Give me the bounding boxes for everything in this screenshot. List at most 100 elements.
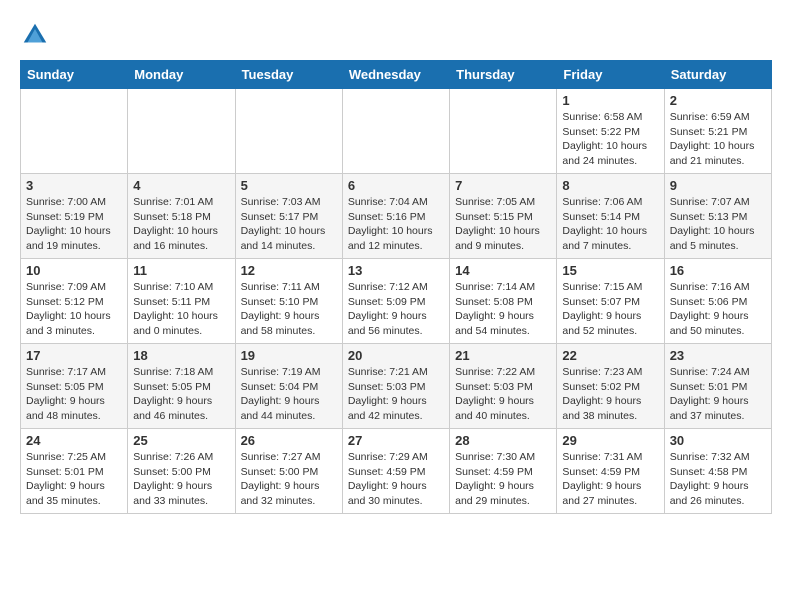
day-info: Sunrise: 7:12 AM Sunset: 5:09 PM Dayligh… bbox=[348, 280, 444, 339]
calendar-cell: 7 Sunrise: 7:05 AM Sunset: 5:15 PM Daylig… bbox=[450, 174, 557, 259]
day-info: Sunrise: 7:21 AM Sunset: 5:03 PM Dayligh… bbox=[348, 365, 444, 424]
calendar-cell: 1 Sunrise: 6:58 AM Sunset: 5:22 PM Daylig… bbox=[557, 89, 664, 174]
calendar-cell: 5 Sunrise: 7:03 AM Sunset: 5:17 PM Daylig… bbox=[235, 174, 342, 259]
day-info: Sunrise: 7:00 AM Sunset: 5:19 PM Dayligh… bbox=[26, 195, 122, 254]
calendar-cell: 30Sunrise: 7:32 AM Sunset: 4:58 PM Dayli… bbox=[664, 429, 771, 514]
calendar-week-row: 3 Sunrise: 7:00 AM Sunset: 5:19 PM Daylig… bbox=[21, 174, 772, 259]
calendar-header-row: SundayMondayTuesdayWednesdayThursdayFrid… bbox=[21, 61, 772, 89]
calendar-cell: 20 Sunrise: 7:21 AM Sunset: 5:03 PM Dayli… bbox=[342, 344, 449, 429]
calendar-cell: 13 Sunrise: 7:12 AM Sunset: 5:09 PM Dayli… bbox=[342, 259, 449, 344]
calendar-week-row: 17 Sunrise: 7:17 AM Sunset: 5:05 PM Dayli… bbox=[21, 344, 772, 429]
day-number: 20 bbox=[348, 348, 444, 363]
day-number: 10 bbox=[26, 263, 122, 278]
calendar-cell: 24Sunrise: 7:25 AM Sunset: 5:01 PM Dayli… bbox=[21, 429, 128, 514]
day-info: Sunrise: 7:01 AM Sunset: 5:18 PM Dayligh… bbox=[133, 195, 229, 254]
day-number: 25 bbox=[133, 433, 229, 448]
calendar-cell: 9 Sunrise: 7:07 AM Sunset: 5:13 PM Daylig… bbox=[664, 174, 771, 259]
calendar-cell: 17 Sunrise: 7:17 AM Sunset: 5:05 PM Dayli… bbox=[21, 344, 128, 429]
day-info: Sunrise: 7:23 AM Sunset: 5:02 PM Dayligh… bbox=[562, 365, 658, 424]
day-info: Sunrise: 7:29 AM Sunset: 4:59 PM Dayligh… bbox=[348, 450, 444, 509]
calendar-cell: 10 Sunrise: 7:09 AM Sunset: 5:12 PM Dayli… bbox=[21, 259, 128, 344]
day-info: Sunrise: 7:26 AM Sunset: 5:00 PM Dayligh… bbox=[133, 450, 229, 509]
day-number: 3 bbox=[26, 178, 122, 193]
day-number: 26 bbox=[241, 433, 337, 448]
calendar-cell: 26Sunrise: 7:27 AM Sunset: 5:00 PM Dayli… bbox=[235, 429, 342, 514]
calendar-cell: 4Sunrise: 7:01 AM Sunset: 5:18 PM Daylig… bbox=[128, 174, 235, 259]
day-info: Sunrise: 7:05 AM Sunset: 5:15 PM Dayligh… bbox=[455, 195, 551, 254]
day-number: 9 bbox=[670, 178, 766, 193]
logo-icon bbox=[20, 20, 50, 50]
calendar-cell: 23 Sunrise: 7:24 AM Sunset: 5:01 PM Dayli… bbox=[664, 344, 771, 429]
calendar-cell: 21Sunrise: 7:22 AM Sunset: 5:03 PM Dayli… bbox=[450, 344, 557, 429]
day-number: 11 bbox=[133, 263, 229, 278]
calendar-week-row: 10 Sunrise: 7:09 AM Sunset: 5:12 PM Dayli… bbox=[21, 259, 772, 344]
calendar-cell: 19 Sunrise: 7:19 AM Sunset: 5:04 PM Dayli… bbox=[235, 344, 342, 429]
day-number: 6 bbox=[348, 178, 444, 193]
day-info: Sunrise: 7:19 AM Sunset: 5:04 PM Dayligh… bbox=[241, 365, 337, 424]
calendar-cell: 12Sunrise: 7:11 AM Sunset: 5:10 PM Dayli… bbox=[235, 259, 342, 344]
day-info: Sunrise: 7:03 AM Sunset: 5:17 PM Dayligh… bbox=[241, 195, 337, 254]
day-info: Sunrise: 7:06 AM Sunset: 5:14 PM Dayligh… bbox=[562, 195, 658, 254]
day-info: Sunrise: 7:04 AM Sunset: 5:16 PM Dayligh… bbox=[348, 195, 444, 254]
calendar-table: SundayMondayTuesdayWednesdayThursdayFrid… bbox=[20, 60, 772, 514]
calendar-cell bbox=[235, 89, 342, 174]
day-number: 21 bbox=[455, 348, 551, 363]
day-info: Sunrise: 7:14 AM Sunset: 5:08 PM Dayligh… bbox=[455, 280, 551, 339]
calendar-cell: 15 Sunrise: 7:15 AM Sunset: 5:07 PM Dayli… bbox=[557, 259, 664, 344]
day-info: Sunrise: 7:10 AM Sunset: 5:11 PM Dayligh… bbox=[133, 280, 229, 339]
day-info: Sunrise: 7:18 AM Sunset: 5:05 PM Dayligh… bbox=[133, 365, 229, 424]
calendar-day-header: Tuesday bbox=[235, 61, 342, 89]
day-number: 19 bbox=[241, 348, 337, 363]
calendar-cell bbox=[128, 89, 235, 174]
day-info: Sunrise: 6:58 AM Sunset: 5:22 PM Dayligh… bbox=[562, 110, 658, 169]
day-number: 22 bbox=[562, 348, 658, 363]
day-info: Sunrise: 7:31 AM Sunset: 4:59 PM Dayligh… bbox=[562, 450, 658, 509]
day-info: Sunrise: 7:17 AM Sunset: 5:05 PM Dayligh… bbox=[26, 365, 122, 424]
logo bbox=[20, 20, 54, 50]
calendar-day-header: Thursday bbox=[450, 61, 557, 89]
day-info: Sunrise: 7:24 AM Sunset: 5:01 PM Dayligh… bbox=[670, 365, 766, 424]
day-number: 27 bbox=[348, 433, 444, 448]
day-info: Sunrise: 7:15 AM Sunset: 5:07 PM Dayligh… bbox=[562, 280, 658, 339]
calendar-week-row: 1 Sunrise: 6:58 AM Sunset: 5:22 PM Daylig… bbox=[21, 89, 772, 174]
day-info: Sunrise: 7:07 AM Sunset: 5:13 PM Dayligh… bbox=[670, 195, 766, 254]
calendar-cell: 2Sunrise: 6:59 AM Sunset: 5:21 PM Daylig… bbox=[664, 89, 771, 174]
day-number: 29 bbox=[562, 433, 658, 448]
day-number: 7 bbox=[455, 178, 551, 193]
calendar-cell: 3 Sunrise: 7:00 AM Sunset: 5:19 PM Daylig… bbox=[21, 174, 128, 259]
day-number: 8 bbox=[562, 178, 658, 193]
calendar-cell: 8 Sunrise: 7:06 AM Sunset: 5:14 PM Daylig… bbox=[557, 174, 664, 259]
day-number: 24 bbox=[26, 433, 122, 448]
calendar-cell: 28 Sunrise: 7:30 AM Sunset: 4:59 PM Dayli… bbox=[450, 429, 557, 514]
day-number: 23 bbox=[670, 348, 766, 363]
calendar-cell: 16 Sunrise: 7:16 AM Sunset: 5:06 PM Dayli… bbox=[664, 259, 771, 344]
calendar-week-row: 24Sunrise: 7:25 AM Sunset: 5:01 PM Dayli… bbox=[21, 429, 772, 514]
calendar-day-header: Sunday bbox=[21, 61, 128, 89]
day-number: 17 bbox=[26, 348, 122, 363]
day-info: Sunrise: 7:30 AM Sunset: 4:59 PM Dayligh… bbox=[455, 450, 551, 509]
day-number: 28 bbox=[455, 433, 551, 448]
day-number: 14 bbox=[455, 263, 551, 278]
day-number: 1 bbox=[562, 93, 658, 108]
calendar-cell: 6 Sunrise: 7:04 AM Sunset: 5:16 PM Daylig… bbox=[342, 174, 449, 259]
day-number: 18 bbox=[133, 348, 229, 363]
calendar-cell: 29 Sunrise: 7:31 AM Sunset: 4:59 PM Dayli… bbox=[557, 429, 664, 514]
calendar-cell bbox=[21, 89, 128, 174]
day-number: 16 bbox=[670, 263, 766, 278]
page-header bbox=[20, 20, 772, 50]
day-info: Sunrise: 7:11 AM Sunset: 5:10 PM Dayligh… bbox=[241, 280, 337, 339]
day-number: 5 bbox=[241, 178, 337, 193]
day-info: Sunrise: 7:16 AM Sunset: 5:06 PM Dayligh… bbox=[670, 280, 766, 339]
calendar-cell: 14 Sunrise: 7:14 AM Sunset: 5:08 PM Dayli… bbox=[450, 259, 557, 344]
day-info: Sunrise: 7:09 AM Sunset: 5:12 PM Dayligh… bbox=[26, 280, 122, 339]
calendar-day-header: Saturday bbox=[664, 61, 771, 89]
calendar-cell: 11 Sunrise: 7:10 AM Sunset: 5:11 PM Dayli… bbox=[128, 259, 235, 344]
calendar-cell: 18 Sunrise: 7:18 AM Sunset: 5:05 PM Dayli… bbox=[128, 344, 235, 429]
calendar-cell bbox=[450, 89, 557, 174]
calendar-day-header: Wednesday bbox=[342, 61, 449, 89]
calendar-cell: 27 Sunrise: 7:29 AM Sunset: 4:59 PM Dayli… bbox=[342, 429, 449, 514]
calendar-day-header: Monday bbox=[128, 61, 235, 89]
day-number: 13 bbox=[348, 263, 444, 278]
day-number: 15 bbox=[562, 263, 658, 278]
calendar-day-header: Friday bbox=[557, 61, 664, 89]
